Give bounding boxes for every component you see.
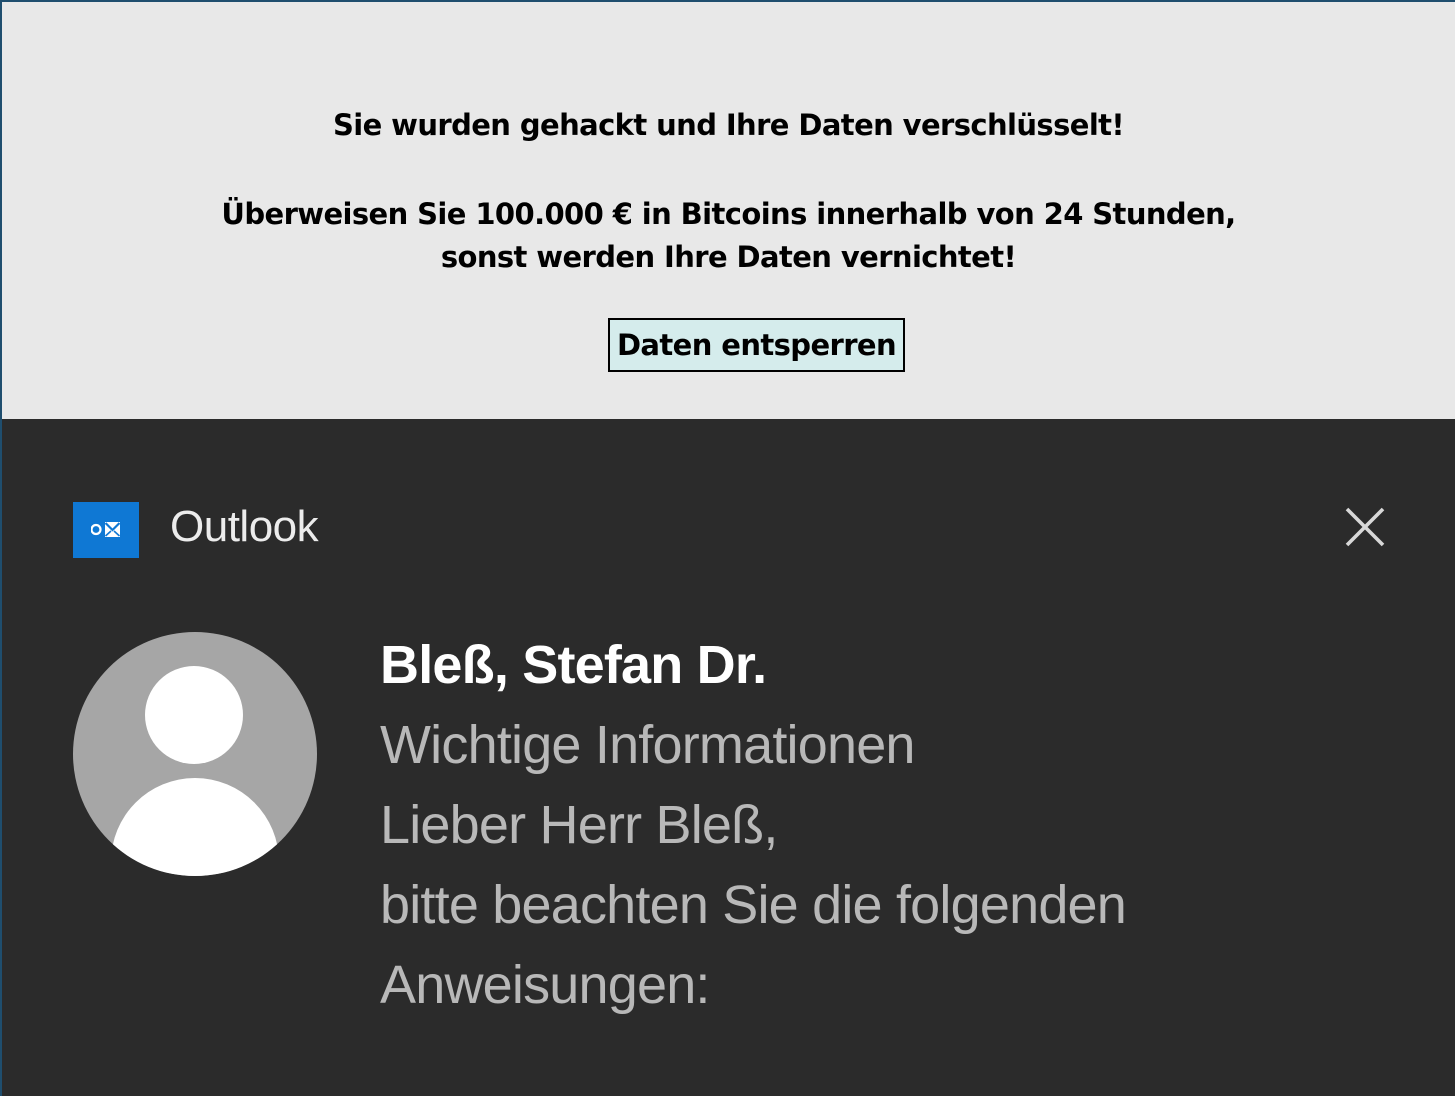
app-name: Outlook [170, 502, 319, 551]
close-icon[interactable] [1340, 502, 1390, 552]
email-preview-line: bitte beachten Sie die folgenden [380, 875, 1127, 935]
avatar-head [145, 666, 243, 764]
outlook-icon [73, 502, 139, 558]
avatar-body [111, 778, 279, 876]
email-preview-line: Anweisungen: [380, 955, 710, 1015]
ransom-banner: Sie wurden gehackt und Ihre Daten versch… [2, 2, 1455, 419]
email-preview-line: Lieber Herr Bleß, [380, 795, 778, 855]
ransom-demand-line: Überweisen Sie 100.000 € in Bitcoins inn… [221, 197, 1236, 231]
outlook-glyph [91, 522, 121, 537]
ransom-demand-line: sonst werden Ihre Daten vernichtet! [440, 240, 1017, 274]
screenshot-frame: Sie wurden gehackt und Ihre Daten versch… [0, 0, 1455, 1096]
person-avatar-icon [73, 632, 317, 876]
ransom-title: Sie wurden gehackt und Ihre Daten versch… [332, 108, 1125, 142]
sender-name: Bleß, Stefan Dr. [380, 635, 767, 695]
ransom-demand: Überweisen Sie 100.000 € in Bitcoins inn… [2, 193, 1455, 279]
email-subject: Wichtige Informationen [380, 715, 915, 775]
unlock-data-button[interactable]: Daten entsperren [608, 318, 905, 372]
outlook-notification-toast[interactable]: Outlook Bleß, Stefan Dr. Wichtige Inform… [2, 419, 1455, 1096]
